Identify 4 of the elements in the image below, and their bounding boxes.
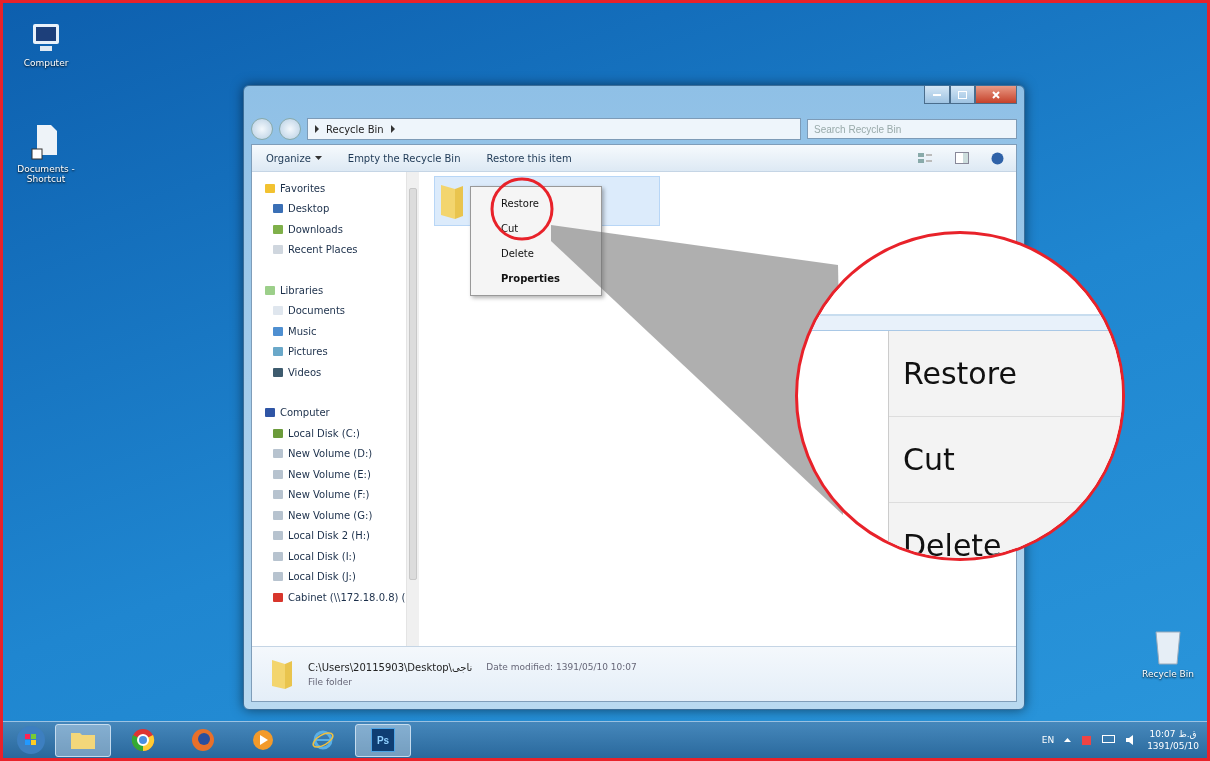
item-path: C:\Users\20115903\Desktop\ناجی: [308, 661, 473, 673]
item-type: File folder: [308, 676, 354, 687]
date-modified: Date modified: 1391/05/10 10:07: [486, 661, 637, 673]
photoshop-app-icon: Ps: [371, 728, 395, 752]
